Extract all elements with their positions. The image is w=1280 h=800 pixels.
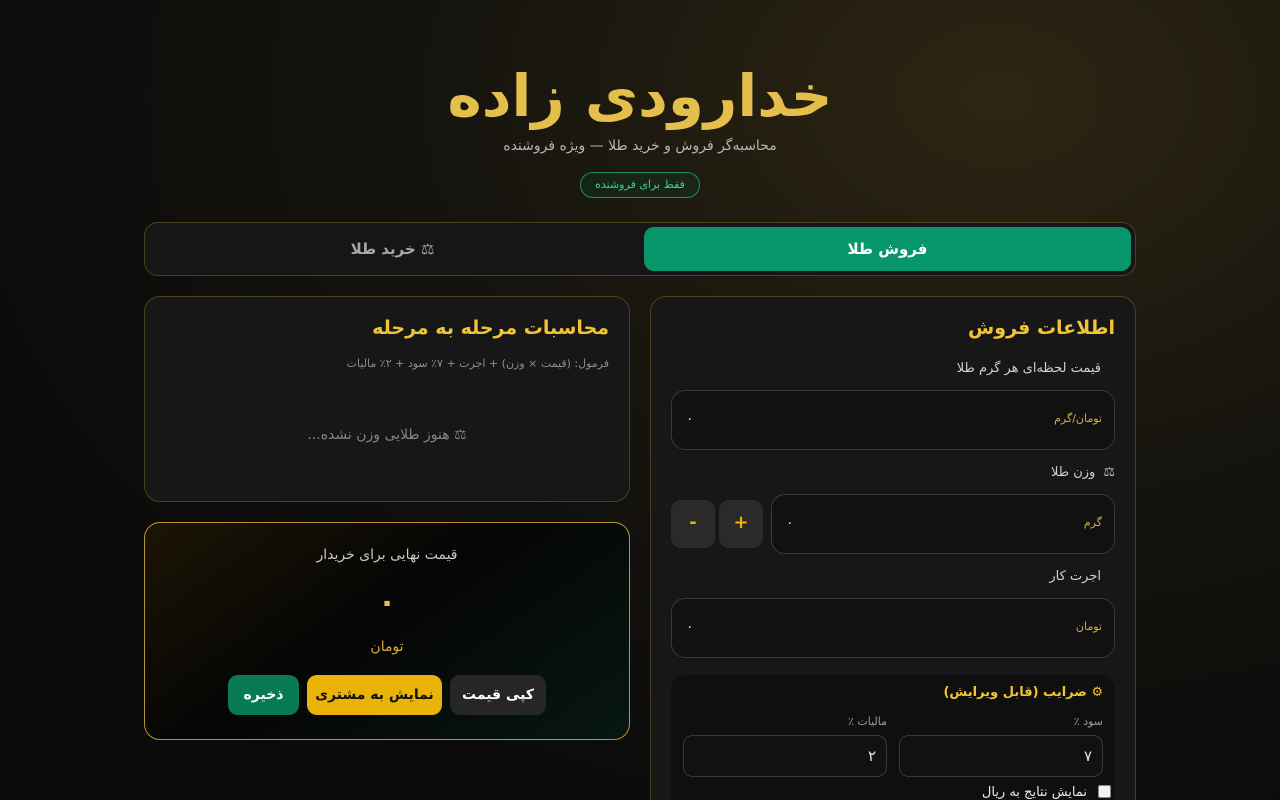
step-calculations-card: محاسبات مرحله به مرحله فرمول: (قیمت × وز… [144, 296, 630, 502]
show-rial-label: نمایش نتایج به ریال [981, 785, 1087, 800]
brand-title: خدارودی زاده [447, 62, 833, 130]
profit-percent-label: سود ٪ [1073, 715, 1103, 728]
scale-icon: ⚖ [1103, 465, 1115, 480]
gold-weight-label-row: ⚖ وزن طلا [1051, 465, 1115, 480]
tab-buy-gold[interactable]: ⚖ خرید طلا [149, 227, 636, 271]
formula-text: فرمول: (قیمت × وزن) + اجرت + ۷٪ سود + ۲٪… [346, 357, 609, 370]
show-rial-option[interactable]: نمایش نتایج به ریال [982, 785, 1111, 800]
final-price-unit: تومان [370, 639, 404, 655]
profit-percent-value: ۷ [1083, 747, 1092, 765]
page-subtitle: محاسبه‌گر فروش و خرید طلا — ویژه فروشنده [503, 138, 777, 154]
tax-percent-label: مالیات ٪ [847, 715, 887, 728]
final-price-card: قیمت نهایی برای خریدار ۰ تومان کپی قیمت … [144, 522, 630, 740]
gold-price-unit: تومان/گرم [1054, 412, 1102, 425]
final-price-label: قیمت نهایی برای خریدار [316, 547, 458, 563]
gold-price-value: ۰ [686, 411, 694, 427]
gold-price-label: قیمت لحظه‌ای هر گرم طلا [956, 361, 1101, 376]
gold-weight-input[interactable]: گرم ۰ [771, 494, 1115, 554]
wage-unit: تومان [1075, 620, 1102, 633]
gold-weight-unit: گرم [1083, 516, 1102, 529]
show-rial-checkbox[interactable] [1098, 785, 1111, 798]
tax-percent-value: ۲ [867, 747, 876, 765]
wage-label: اجرت کار [1049, 569, 1101, 584]
weight-increment-button[interactable]: + [719, 500, 763, 548]
gold-price-input[interactable]: تومان/گرم ۰ [671, 390, 1115, 450]
sale-info-card: اطلاعات فروش قیمت لحظه‌ای هر گرم طلا توم… [650, 296, 1136, 800]
profit-percent-input[interactable]: ۷ [899, 735, 1103, 777]
save-button[interactable]: ذخیره [228, 675, 299, 715]
wage-input[interactable]: تومان ۰ [671, 598, 1115, 658]
mode-tabs: فروش طلا ⚖ خرید طلا [144, 222, 1136, 276]
sale-info-title: اطلاعات فروش [968, 317, 1115, 339]
final-price-value: ۰ [377, 585, 397, 620]
weight-decrement-button[interactable]: - [671, 500, 715, 548]
gold-weight-value: ۰ [786, 515, 794, 531]
coefficients-panel: ⚙ ضرایب (قابل ویرایش) سود ٪ مالیات ٪ ۷ ۲… [671, 675, 1115, 800]
tab-sell-gold[interactable]: فروش طلا [644, 227, 1131, 271]
seller-only-badge: فقط برای فروشنده [580, 172, 700, 198]
wage-value: ۰ [686, 619, 694, 635]
coefficients-title: ⚙ ضرایب (قابل ویرایش) [943, 685, 1103, 700]
empty-state-message: ⚖ هنوز طلایی وزن نشده... [307, 427, 467, 443]
gold-weight-label: وزن طلا [1051, 465, 1096, 480]
page-header: خدارودی زاده محاسبه‌گر فروش و خرید طلا —… [0, 56, 1280, 154]
show-to-customer-button[interactable]: نمایش به مشتری [307, 675, 442, 715]
tax-percent-input[interactable]: ۲ [683, 735, 887, 777]
copy-price-button[interactable]: کپی قیمت [450, 675, 546, 715]
steps-title: محاسبات مرحله به مرحله [372, 317, 609, 339]
